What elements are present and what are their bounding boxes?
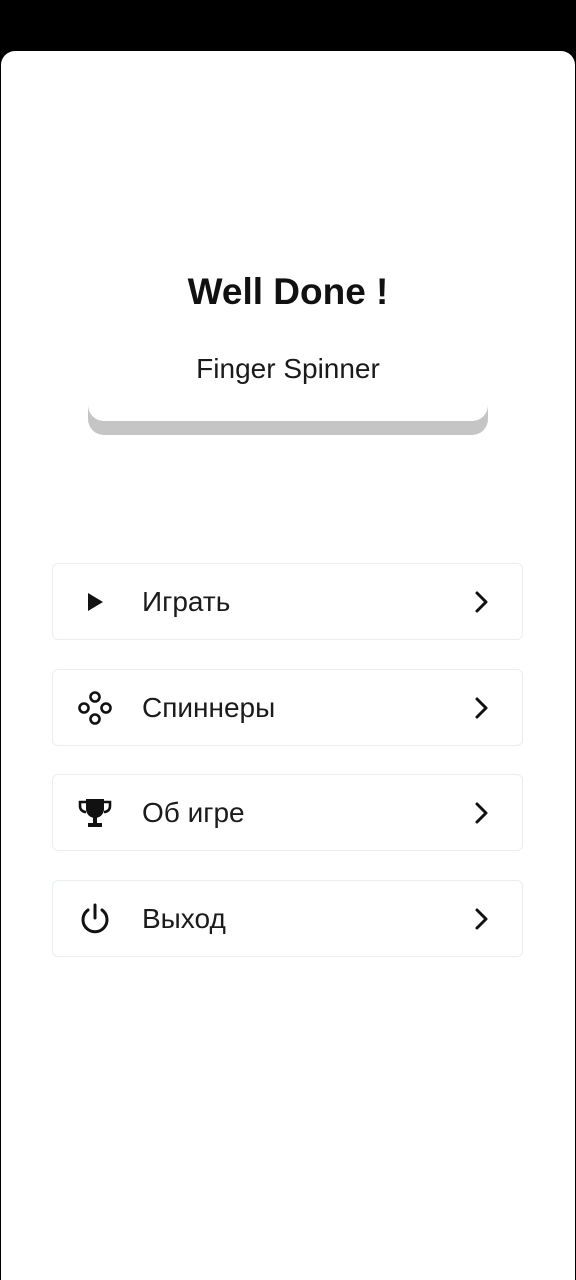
play-icon <box>77 584 113 620</box>
chevron-right-icon <box>472 801 492 825</box>
exit-button[interactable]: Выход <box>52 880 523 957</box>
spinners-button[interactable]: Спиннеры <box>52 669 523 746</box>
trophy-icon <box>77 795 113 831</box>
spinner-icon <box>77 690 113 726</box>
spinners-label: Спиннеры <box>142 692 276 723</box>
main-screen: Well Done ! Finger Spinner Играть Спинне… <box>1 51 575 1280</box>
exit-label: Выход <box>142 903 226 934</box>
power-icon <box>77 901 113 937</box>
chevron-right-icon <box>472 696 492 720</box>
page-title: Well Done ! <box>187 271 389 312</box>
chevron-right-icon <box>472 907 492 931</box>
game-name-banner: Finger Spinner <box>88 343 488 421</box>
about-label: Об игре <box>142 797 245 828</box>
play-button[interactable]: Играть <box>52 563 523 640</box>
game-name-label: Finger Spinner <box>196 353 380 384</box>
chevron-right-icon <box>472 590 492 614</box>
play-label: Играть <box>142 586 231 617</box>
about-button[interactable]: Об игре <box>52 774 523 851</box>
